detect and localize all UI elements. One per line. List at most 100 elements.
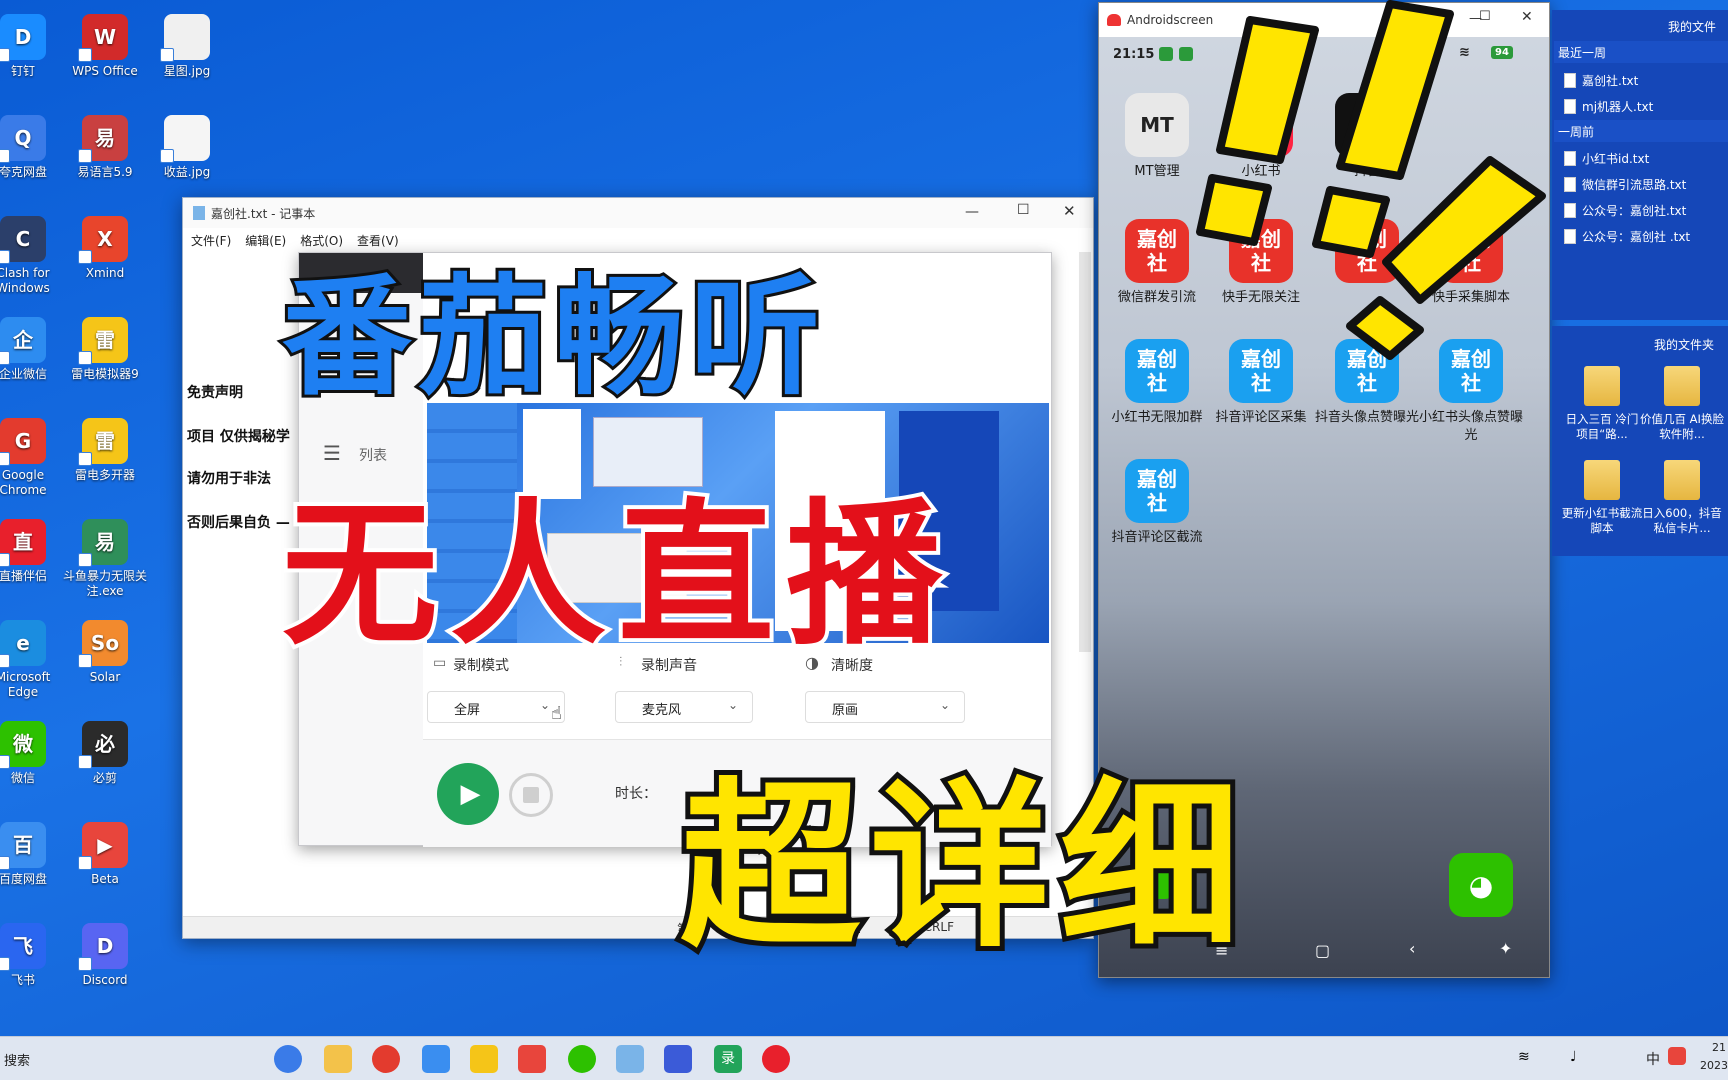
android-icon[interactable] [518,1045,546,1073]
sogou-icon[interactable] [1668,1047,1686,1065]
android-icon [1107,14,1121,26]
taskbar-date[interactable]: 2023 [1700,1059,1728,1072]
desktop-icon[interactable]: 飞飞书 [0,923,66,988]
maximize-icon[interactable]: ☐ [1017,202,1030,218]
overlay-title-line3: 超详细 [675,758,1251,977]
close-icon[interactable]: ✕ [1063,202,1076,220]
file-name: 微信群引流思路.txt [1582,178,1687,192]
file-item[interactable]: 嘉创社.txt [1564,72,1638,89]
desktop-icon[interactable]: Q 夸克网盘 [0,115,66,180]
wps-office-icon: W [78,14,128,62]
menu-file[interactable]: 文件(F) [191,232,231,249]
-exe-icon: 易 [78,519,128,567]
notepad-titlebar[interactable]: 嘉创社.txt - 记事本 — ☐ ✕ [183,198,1093,228]
home-nav-icon[interactable]: ▢ [1315,941,1330,960]
desktop-icon[interactable]: 雷雷电多开器 [62,418,148,483]
app-icon[interactable]: 嘉创社抖音评论区截流 [1105,459,1209,547]
folder-icon [1664,366,1700,406]
desktop-icon[interactable]: 星图.jpg [144,14,230,79]
ime-indicator[interactable]: 中 [1646,1049,1660,1069]
desktop-icon[interactable]: ▶ Beta [62,822,148,887]
menu-edit[interactable]: 编辑(E) [245,232,286,249]
chevron-down-icon: ⌄ [727,698,738,712]
--icon: 飞 [0,923,46,971]
desktop-icon-label: 微信 [10,771,35,785]
desktop-icon-label: 星图.jpg [163,64,211,78]
wifi-icon[interactable]: ≋ [1518,1049,1530,1065]
file-item[interactable]: 微信群引流思路.txt [1564,176,1686,193]
wechat-icon[interactable] [568,1045,596,1073]
folder-item[interactable]: 日入600，抖音私信卡片... [1640,460,1724,536]
google-chrome-icon: G [0,418,46,466]
desktop-icon-label: 必剪 [92,771,117,785]
microsoft-edge-icon: e [0,620,46,668]
desktop-icon[interactable]: 收益.jpg [144,115,230,180]
file-item[interactable]: 公众号：嘉创社.txt [1564,202,1686,219]
quality-select[interactable]: 原画 ⌄ [805,691,965,723]
desktop-icon[interactable]: W WPS Office [62,14,148,79]
desktop-icon-label: 易语言5.9 [77,165,133,179]
--icon: 雷 [78,418,128,466]
vertical-scrollbar[interactable] [1079,252,1091,652]
desktop-icon[interactable]: 易斗鱼暴力无限关注.exe [62,519,148,599]
taskbar-search[interactable]: 搜索 [4,1050,30,1069]
back-nav-icon[interactable]: ‹ [1409,939,1415,958]
desktop-icon[interactable]: 百百度网盘 [0,822,66,887]
stop-record-button[interactable] [509,773,553,817]
desktop-icon[interactable]: 微微信 [0,721,66,786]
wechat-icon[interactable]: ◕ [1449,853,1513,917]
live-companion-icon[interactable] [762,1045,790,1073]
desktop-icon[interactable]: So Solar [62,620,148,685]
folder-item[interactable]: 日入三百 冷门项目“路... [1560,366,1644,442]
app-icon-text: 社 [1357,371,1377,395]
desktop-icon[interactable]: 雷雷电模拟器9 [62,317,148,382]
record-mode-select[interactable]: 全屏 ⌄ [427,691,565,723]
desktop-icon[interactable]: D 钉钉 [0,14,66,79]
recent-files-panel: 我的文件 最近一周 嘉创社.txt mj机器人.txt 一周前 小红书id.tx… [1552,10,1728,320]
desktop-icon[interactable]: 直直播伴侣 [0,519,66,584]
file-item[interactable]: 小红书id.txt [1564,150,1649,167]
taskbar-clock[interactable]: 21 [1712,1041,1726,1054]
image-viewer-icon[interactable] [664,1045,692,1073]
baidu-netdisk-icon[interactable] [422,1045,450,1073]
app-label: 抖音评论区采集 [1215,410,1307,425]
desktop-icon[interactable]: X Xmind [62,216,148,281]
desktop-icon[interactable]: e Microsoft Edge [0,620,66,700]
microphone-icon[interactable]: ♩ [1570,1049,1577,1065]
file-item[interactable]: 公众号：嘉创社 .txt [1564,228,1690,245]
app-icon-text: 嘉创 [1137,467,1177,491]
app-icon-text: 社 [1147,491,1167,515]
desktop-icon-label: 夸克网盘 [0,165,47,179]
-jpg-icon [160,115,210,163]
-9-icon: 雷 [78,317,128,365]
folder-name: 更新小红书截流脚本 [1561,506,1643,535]
desktop-icon[interactable]: G Google Chrome [0,418,66,498]
chrome-icon[interactable] [372,1045,400,1073]
desktop-icon-label: Xmind [85,266,125,280]
desktop-icon[interactable]: 必必剪 [62,721,148,786]
minimize-icon[interactable]: — [965,204,979,220]
notepad-icon[interactable] [616,1045,644,1073]
desktop-icon-label: WPS Office [72,64,138,78]
browser-icon[interactable] [274,1045,302,1073]
chevron-down-icon: ⌄ [539,698,550,712]
desktop-icon[interactable]: 易易语言5.9 [62,115,148,180]
text-line: 否则后果自负 — [187,515,290,531]
desktop-icon[interactable]: C Clash for Windows [0,216,66,296]
desktop-icon-label: 百度网盘 [0,872,47,886]
desktop-icon[interactable]: 企企业微信 [0,317,66,382]
app-icon-text: 社 [1147,371,1167,395]
desktop-icon[interactable]: D Discord [62,923,148,988]
file-item[interactable]: mj机器人.txt [1564,98,1653,115]
--icon: D [0,14,46,62]
record-sound-select[interactable]: 麦克风 ⌄ [615,691,753,723]
folder-item[interactable]: 价值几百 AI换脸软件附... [1640,366,1724,442]
recorder-taskbar-icon[interactable]: 录 [714,1045,742,1073]
file-explorer-icon[interactable] [324,1045,352,1073]
folder-item[interactable]: 更新小红书截流脚本 [1560,460,1644,536]
notepad-title: 嘉创社.txt - 记事本 [211,206,316,221]
ldplayer-icon[interactable] [470,1045,498,1073]
start-record-button[interactable]: ▶ [437,763,499,825]
text-line: 项目 仅供揭秘学 [187,429,290,445]
accessibility-icon[interactable]: ✦ [1499,939,1512,958]
